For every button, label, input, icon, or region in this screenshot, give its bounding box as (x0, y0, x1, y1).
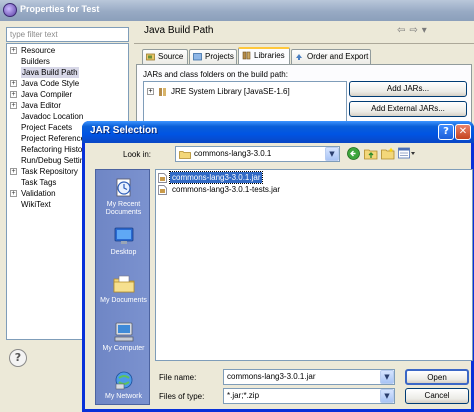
library-icon (159, 88, 166, 96)
history-nav-arrows[interactable]: ⇦⇨▾ (397, 25, 457, 37)
place-desktop[interactable]: Desktop (96, 220, 151, 275)
jars-label: JARs and class folders on the build path… (143, 70, 288, 79)
view-menu-icon[interactable] (398, 147, 416, 160)
properties-titlebar: Properties for Test (0, 0, 474, 21)
place-my-documents[interactable]: My Documents (96, 268, 151, 323)
add-external-jars-button[interactable]: Add External JARs... (349, 101, 467, 117)
order-export-icon (296, 54, 302, 60)
expand-icon[interactable]: + (10, 168, 17, 175)
expand-icon[interactable]: + (10, 190, 17, 197)
tab-source[interactable]: Source (142, 49, 188, 64)
chevron-down-icon[interactable]: ▼ (325, 147, 339, 161)
help-icon[interactable]: ? (9, 349, 27, 367)
file-list[interactable]: commons-lang3-3.0.1.jar commons-lang3-3.… (155, 169, 473, 361)
close-button[interactable]: ✕ (455, 124, 471, 140)
expand-icon[interactable]: + (10, 91, 17, 98)
tab-libraries[interactable]: Libraries (238, 47, 290, 65)
window-title: Properties for Test (20, 4, 100, 14)
tab-order-and-export[interactable]: Order and Export (291, 49, 371, 64)
section-title: Java Build Path (144, 25, 214, 36)
files-of-type-label: Files of type: (159, 392, 205, 401)
add-jars-button[interactable]: Add JARs... (349, 81, 467, 97)
dialog-titlebar: JAR Selection ? ✕ (82, 121, 474, 143)
projects-icon (193, 53, 202, 61)
cancel-button[interactable]: Cancel (405, 388, 469, 404)
libraries-icon (242, 51, 251, 60)
dialog-title: JAR Selection (90, 125, 158, 136)
place-my-recent-documents[interactable]: My Recent Documents (96, 172, 151, 227)
new-folder-icon[interactable] (381, 147, 395, 160)
expand-icon[interactable]: + (10, 47, 17, 54)
my-computer-icon (114, 322, 134, 342)
look-in-value: commons-lang3-3.0.1 (194, 149, 272, 158)
expand-icon[interactable]: + (10, 102, 17, 109)
place-my-computer[interactable]: My Computer (96, 316, 151, 371)
my-network-icon (115, 371, 133, 390)
chevron-down-icon[interactable]: ▼ (380, 370, 394, 384)
expand-icon[interactable]: + (147, 88, 154, 95)
help-button[interactable]: ? (438, 124, 454, 140)
look-in-label: Look in: (123, 150, 152, 159)
separator (134, 43, 474, 44)
files-of-type-select[interactable]: *.jar;*.zip ▼ (223, 388, 395, 404)
eclipse-icon (3, 3, 17, 17)
jar-selection-dialog: JAR Selection ? ✕ Look in: commons-lang3… (82, 121, 474, 412)
up-folder-icon[interactable] (364, 147, 378, 160)
look-in-combo[interactable]: commons-lang3-3.0.1 ▼ (175, 146, 340, 162)
places-bar: My Recent Documents Desktop My Documents… (95, 169, 150, 405)
desktop-icon (114, 227, 134, 244)
back-arrow-icon[interactable] (347, 147, 360, 160)
jar-file-icon (158, 185, 167, 195)
open-button[interactable]: Open (405, 369, 469, 385)
tab-projects[interactable]: Projects (189, 49, 237, 64)
file-name-input[interactable]: commons-lang3-3.0.1.jar ▼ (223, 369, 395, 385)
folder-icon (179, 151, 191, 159)
filter-input[interactable]: type filter text (6, 27, 129, 42)
place-my-network[interactable]: My Network (96, 364, 151, 412)
jar-file-icon (158, 173, 167, 183)
my-documents-icon (113, 275, 135, 293)
recent-documents-icon (116, 178, 131, 197)
expand-icon[interactable]: + (10, 80, 17, 87)
file-name-label: File name: (159, 373, 197, 382)
chevron-down-icon[interactable]: ▼ (380, 389, 394, 403)
source-folder-icon (146, 53, 155, 61)
